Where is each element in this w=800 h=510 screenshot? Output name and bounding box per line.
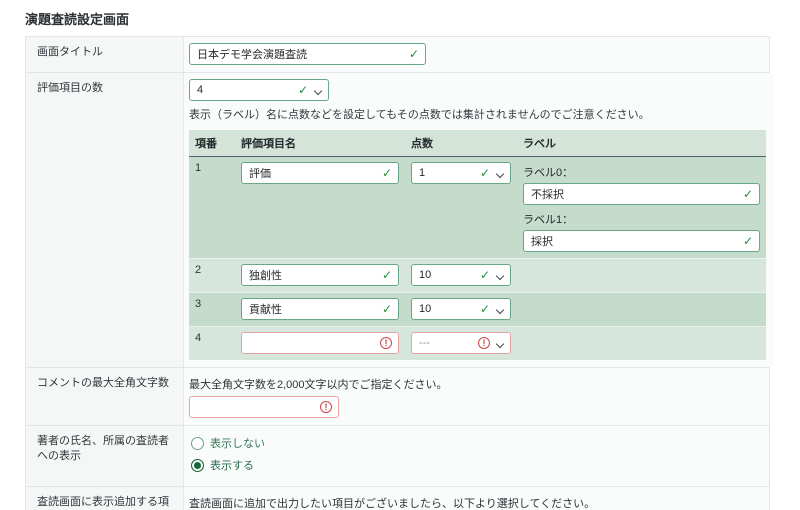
table-row: 2 独創性 ✓ 10 ✓ [189,259,766,293]
form-row-comment-max: コメントの最大全角文字数 最大全角文字数を2,000文字以内でご指定ください。 … [26,368,769,426]
item-name-input[interactable]: 評価 ✓ [241,162,399,184]
valid-check-icon: ✓ [743,235,753,247]
form-row-additional-items: 査読画面に表示追加する項目 査読画面に追加で出力したい項目がございましたら、以下… [26,487,769,510]
item-name-input[interactable]: ! [241,332,399,354]
row-no: 4 [189,327,235,361]
table-row: 3 貢献性 ✓ 10 ✓ [189,293,766,327]
item-score-select[interactable]: 10 ✓ [411,298,511,320]
item-count-label: 評価項目の数 [26,73,184,367]
radio-option-hide[interactable]: 表示しない [191,435,761,451]
radio-option-show[interactable]: 表示する [191,457,761,473]
radio-selected-icon [191,459,204,472]
chevron-down-icon [496,340,504,348]
table-row: 1 評価 ✓ 1 ✓ [189,157,766,259]
item-name-input[interactable]: 貢献性 ✓ [241,298,399,320]
author-display-label: 著者の氏名、所属の査読者への表示 [26,426,184,486]
row-no: 3 [189,293,235,327]
chevron-down-icon [496,170,504,178]
item-count-note: 表示（ラベル）名に点数などを設定してもその点数では集計されませんのでご注意くださ… [189,106,766,122]
comment-max-input[interactable]: ! [189,396,339,418]
additional-items-label: 査読画面に表示追加する項目 [26,487,184,510]
valid-check-icon: ✓ [480,303,490,315]
label1-caption: ラベル1： [523,211,760,227]
form-row-item-count: 評価項目の数 4 ✓ 表示（ラベル）名に点数などを設定してもその点数では集計され… [26,73,769,368]
error-icon: ! [380,337,392,349]
page-title: 演題査読設定画面 [25,9,800,28]
item-score-select[interactable]: 1 ✓ [411,162,511,184]
valid-check-icon: ✓ [298,84,308,96]
error-icon: ! [320,401,332,413]
valid-check-icon: ✓ [743,188,753,200]
screen-title-input[interactable]: 日本デモ学会演題査読 ✓ [189,43,426,65]
item-count-value: 4 [197,84,203,96]
evaluation-items-table: 項番 評価項目名 点数 ラベル 1 評価 ✓ [189,130,766,360]
header-name: 評価項目名 [235,130,405,157]
settings-form: 画面タイトル 日本デモ学会演題査読 ✓ 評価項目の数 4 ✓ 表示（ラベル）名に… [25,36,770,510]
row-no: 1 [189,157,235,259]
label1-input[interactable]: 採択 ✓ [523,230,760,252]
table-header-row: 項番 評価項目名 点数 ラベル [189,130,766,157]
label0-input[interactable]: 不採択 ✓ [523,183,760,205]
header-no: 項番 [189,130,235,157]
chevron-down-icon [496,272,504,280]
form-row-author-display: 著者の氏名、所属の査読者への表示 表示しない 表示する [26,426,769,487]
item-count-select[interactable]: 4 ✓ [189,79,329,101]
valid-check-icon: ✓ [382,167,392,179]
header-score: 点数 [405,130,517,157]
comment-max-hint: 最大全角文字数を2,000文字以内でご指定ください。 [189,376,761,392]
item-name-input[interactable]: 独創性 ✓ [241,264,399,286]
valid-check-icon: ✓ [409,48,419,60]
chevron-down-icon [496,306,504,314]
screen-title-value: 日本デモ学会演題査読 [197,46,307,62]
valid-check-icon: ✓ [480,167,490,179]
valid-check-icon: ✓ [382,269,392,281]
item-score-select[interactable]: --- ! [411,332,511,354]
error-icon: ! [478,337,490,349]
table-row: 4 ! --- ! [189,327,766,361]
radio-unselected-icon [191,437,204,450]
additional-items-hint: 査読画面に追加で出力したい項目がございましたら、以下より選択してください。 [189,495,761,510]
label0-caption: ラベル0： [523,164,760,180]
screen-title-label: 画面タイトル [26,37,184,72]
chevron-down-icon [314,87,322,95]
comment-max-label: コメントの最大全角文字数 [26,368,184,425]
form-row-screen-title: 画面タイトル 日本デモ学会演題査読 ✓ [26,37,769,73]
row-no: 2 [189,259,235,293]
item-score-select[interactable]: 10 ✓ [411,264,511,286]
valid-check-icon: ✓ [480,269,490,281]
header-label: ラベル [517,130,766,157]
valid-check-icon: ✓ [382,303,392,315]
